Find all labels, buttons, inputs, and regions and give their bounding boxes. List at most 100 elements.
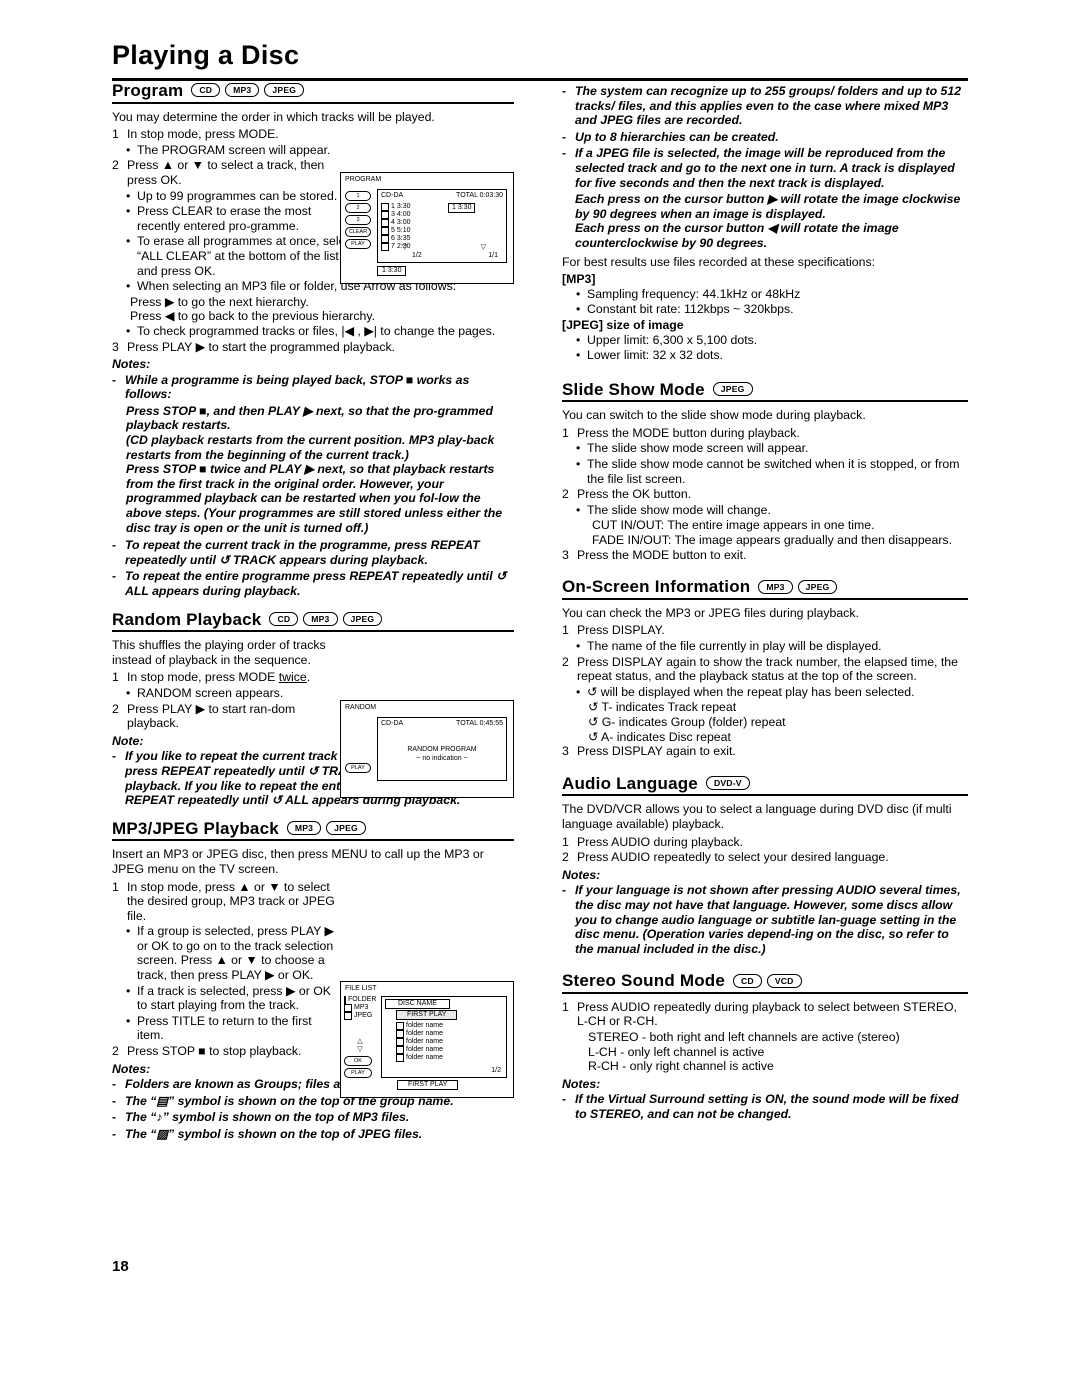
stereo-option-rch: R-CH - only right channel is active [588,1059,774,1074]
slideshow-cut-inout: CUT IN/OUT: The entire image appears in … [592,518,875,533]
random-step1-bullet-1: • RANDOM screen appears. [112,686,342,701]
program-row-icon [381,243,389,251]
bullet-dot: • [126,983,131,998]
onscreen-badges: MP3 JPEG [758,579,838,595]
step-number: 1 [562,425,569,440]
bullet-dot: • [576,332,581,347]
screen-btn-play[interactable]: PLAY [345,239,371,249]
legend-mp3: MP3 [354,1004,369,1011]
caret-down-icon: ▽ [357,1046,363,1053]
mp3jpeg-note-3: - The “♪” symbol is shown on the top of … [112,1110,514,1125]
step-text: Press AUDIO repeatedly during playback t… [577,999,958,1029]
screen-btn-clear[interactable]: CLEAR [345,227,371,237]
audio-language-notes-label: Notes: [562,867,601,882]
stereo-badges: CD VCD [733,973,802,989]
random-step-1: 1 In stop mode, press MODE twice. [112,670,342,685]
badge-mp3: MP3 [303,611,338,626]
program-step2-bullet-1: • Up to 99 programmes can be stored. [112,189,356,204]
spec-dash-3: - If a JPEG file is selected, the image … [562,146,968,190]
jpeg-icon [344,1012,352,1020]
bullet-dot: • [576,286,581,301]
folder-icon [344,996,346,1004]
step-number: 3 [562,744,569,759]
step-number: 3 [112,339,119,354]
program-row-6-n: 7 [391,243,395,250]
audio-language-heading: Audio Language [562,773,698,793]
screen-btn-ok[interactable]: OK [344,1056,372,1066]
section-slideshow: Slide Show Mode JPEG You can switch to t… [562,381,968,563]
folder-icon [396,1038,404,1046]
slideshow-step-1: 1 Press the MODE button during playback. [562,426,968,441]
mp3-icon [344,1004,352,1012]
spec-jpeg-bullet-2: • Lower limit: 32 x 32 dots. [562,348,968,363]
bullet-text: The slide show mode cannot be switched w… [587,457,960,486]
bullet-dot: • [126,234,131,249]
filelist-row: folder name [406,1022,443,1029]
bullet-text: ↺ will be displayed when the repeat play… [587,684,915,699]
bullet-text: The name of the file currently in play w… [587,639,882,653]
program-disc-type: CD-DA [381,192,404,199]
dash-mark: - [112,538,117,553]
bullet-text: The PROGRAM screen will appear. [137,142,331,157]
slideshow-step-2: 2 Press the OK button. [562,487,968,502]
step-text: Press DISPLAY again to show the track nu… [577,654,958,684]
program-step2-bullet-2: • Press CLEAR to erase the most recently… [112,204,356,233]
random-heading-row: Random Playback CD MP3 JPEG [112,611,514,627]
random-no-indication: ~ no indication ~ [416,755,468,762]
screen-btn-1[interactable]: 1 [345,191,371,201]
program-heading-row: Program CD MP3 JPEG [112,82,514,99]
dash-mark: - [112,1110,117,1125]
filelist-row: folder name [406,1038,443,1045]
screen-btn-2[interactable]: 2 [345,203,371,213]
onscreen-disc-repeat: ↺ A- indicates Disc repeat [588,729,731,744]
step-number: 1 [562,834,569,849]
audio-language-note-1: - If your language is not shown after pr… [562,883,968,956]
dash-mark: - [562,1092,567,1107]
badge-jpeg: JPEG [712,381,753,396]
dash-mark: - [112,569,117,584]
bullet-text: RANDOM screen appears. [137,685,284,700]
slideshow-step1-bullet-2: • The slide show mode cannot be switched… [562,457,968,486]
screen-btn-play[interactable]: PLAY [344,1068,372,1078]
dash-mark: - [112,1127,117,1141]
step-number: 1 [562,999,569,1014]
audio-language-rule [562,794,968,797]
program-row-1-n: 1 [391,203,395,210]
bullet-dot: • [126,188,131,203]
dash-mark: - [562,883,567,898]
onscreen-step-1: 1 Press DISPLAY. [562,623,968,638]
program-row-4-t: 5:10 [396,227,411,234]
step-number: 1 [112,127,119,142]
step-text: Press STOP ■ to stop playback. [127,1044,302,1059]
program-note-2: - To repeat the current track in the pro… [112,538,514,567]
dash-mark: - [562,129,567,144]
mp3jpeg-intro: Insert an MP3 or JPEG disc, then press M… [112,847,484,876]
badge-dvdv: DVD-V [705,776,750,791]
random-badges: CD MP3 JPEG [269,611,383,627]
step-text: Press ▲ or ▼ to select a track, then pre… [127,158,325,187]
bullet-dot: • [126,685,131,700]
random-rule [112,630,514,633]
step-text: Press the OK button. [577,487,692,502]
badge-mp3: MP3 [225,83,260,98]
step-number: 1 [112,670,119,685]
step-number: 2 [112,701,119,716]
bullet-text: If a group is selected, press PLAY ▶ or … [137,924,334,983]
spec-dash-2: - Up to 8 hierarchies can be created. [562,130,968,145]
slideshow-fade-inout: FADE IN/OUT: The image appears gradually… [592,533,952,548]
screen-btn-play[interactable]: PLAY [345,763,371,773]
note-text: To repeat the current track in the progr… [125,538,480,567]
bullet-text: Press CLEAR to erase the most recently e… [137,204,312,233]
note-text: The system can recognize up to 255 group… [575,84,962,128]
section-program: Program CD MP3 JPEG You may determine th… [112,82,514,599]
bullet-dot: • [126,924,131,939]
dash-mark: - [112,1093,117,1108]
program-row-3-n: 4 [391,219,395,226]
screen-btn-3[interactable]: 3 [345,215,371,225]
badge-jpeg: JPEG [342,611,383,626]
program-row-5-t: 3:35 [396,235,411,242]
badge-cd: CD [733,973,762,988]
program-note-3: - To repeat the entire programme press R… [112,569,514,598]
onscreen-step-3: 3 Press DISPLAY again to exit. [562,744,968,759]
program-badges: CD MP3 JPEG [191,83,305,98]
